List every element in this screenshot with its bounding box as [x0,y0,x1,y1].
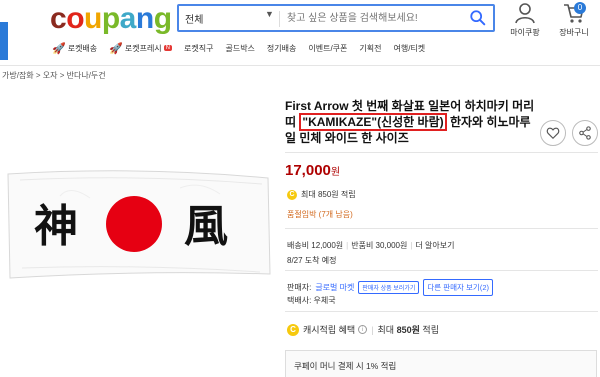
coin-icon: C [287,323,299,336]
seller-label: 판매자: [287,283,312,292]
nav-item[interactable]: 🚀 로켓배송 [52,42,97,55]
cash-label: 캐시적립 혜택 [303,325,356,335]
nav-item[interactable]: 정기배송 [267,43,296,54]
divider [285,270,598,271]
reward-text: 최대 850원 적립 [301,190,356,199]
my-coupang-button[interactable]: 마이쿠팡 [505,2,545,38]
rocket-icon: 🚀 [109,42,123,55]
logo-letter: c [50,2,67,35]
breadcrumb[interactable]: 가방/잡화 > 오자 > 반다나/두건 [2,70,106,81]
cash-suffix: 적립 [422,325,439,335]
product-title: First Arrow 첫 번째 화살표 일본어 하치마키 머리띠 "KAMIK… [285,98,541,146]
favorite-button[interactable] [540,120,566,146]
cart-count-badge: 0 [574,2,586,14]
new-badge: N [163,45,173,51]
seller-info: 판매자: 글로벌 마켓 판매자 상품 보러가기 다른 판매자 보기(2) [287,279,493,296]
nav-item[interactable]: 로켓직구 [184,43,213,54]
coupang-logo[interactable]: coupang [50,2,172,36]
divider [285,311,598,312]
price-unit: 원 [330,167,341,178]
shipping-fee: 배송비 12,000원 [287,241,344,250]
shipping-info: 배송비 12,000원 | 반품비 30,000원 | 더 알아보기 [287,241,455,250]
nav-item-label: 골드박스 [225,43,255,53]
courier-info: 택배사: 우체국 [287,296,336,305]
nav-item-label: 로켓배송 [67,43,98,53]
coupay-box: 쿠페이 머니 결제 시 1% 적립 [285,350,597,377]
nav-item-label: 여행/티켓 [393,43,426,53]
coin-icon: C [287,189,297,200]
category-nav: 🚀 로켓배송 🚀 로켓프레시 N 로켓직구 골드박스 정기배송 이벤트/쿠폰 기획전 여행/티켓 [52,40,437,56]
price: 17,000원 [285,162,340,179]
rising-sun-circle [106,196,162,252]
search-category-select[interactable]: 전체 [185,11,265,26]
rocket-icon: 🚀 [52,42,66,55]
search-bar: 전체 ▼ [177,4,495,32]
kanji-left: 神 [34,201,78,252]
logo-letter: a [119,2,137,35]
price-value: 17,000 [285,162,331,179]
reward-info: C 최대 850원 적립 [287,189,356,200]
seller-name-link[interactable]: 글로벌 마켓 [315,282,354,293]
other-sellers-button[interactable]: 다른 판매자 보기(2) [423,279,493,296]
delivery-date: 8/27 도착 예정 [287,256,337,265]
nav-item-label: 기획전 [359,43,382,53]
share-icon [579,126,591,140]
logo-letter: p [101,2,120,35]
person-icon [515,3,535,24]
nav-item[interactable]: 골드박스 [225,43,254,54]
chevron-down-icon[interactable]: ▼ [265,9,274,19]
nav-item[interactable]: 🚀 로켓프레시 N [109,42,173,55]
product-image[interactable]: 神 風 [0,96,274,377]
title-highlight: "KAMIKAZE"(신성한 바람) [299,113,447,131]
cart-label: 장바구니 [559,28,589,37]
cash-reward-info: C 캐시적립 혜택 i | 최대 850원 적립 [287,323,439,336]
search-divider [279,11,280,27]
divider [285,228,598,229]
logo-letter: g [153,2,172,35]
share-button[interactable] [572,120,598,146]
cart-button[interactable]: 0 장바구니 [552,2,596,38]
kanji-right: 風 [184,201,228,252]
stock-warning: 품절임박 (7개 남음) [287,210,353,219]
seller-products-button[interactable]: 판매자 상품 보러가기 [358,281,420,294]
logo-letter: n [135,2,154,35]
heart-icon [546,127,560,140]
nav-item[interactable]: 여행/티켓 [394,43,426,54]
nav-item-label: 이벤트/쿠폰 [308,43,348,53]
category-menu-button[interactable] [0,22,8,60]
cash-max: 최대 [377,325,395,335]
nav-item-label: 로켓프레시 [124,43,162,53]
search-icon[interactable] [469,9,487,27]
cash-amount: 850원 [396,325,420,335]
return-fee: 반품비 30,000원 [351,241,408,250]
my-coupang-label: 마이쿠팡 [510,28,540,37]
nav-item[interactable]: 기획전 [359,43,381,54]
logo-letter: o [66,2,85,35]
search-input[interactable] [287,8,457,28]
nav-item-label: 로켓직구 [184,43,214,53]
more-link[interactable]: 더 알아보기 [415,241,454,250]
logo-letter: u [84,2,102,35]
info-icon[interactable]: i [358,325,368,334]
site-header: coupang 전체 ▼ 마이쿠팡 0 장바구니 🚀로켓배송🚀로켓프레시N로켓직… [0,0,600,66]
nav-item-label: 정기배송 [266,43,297,53]
nav-item[interactable]: 이벤트/쿠폰 [308,43,347,54]
divider [285,152,598,153]
